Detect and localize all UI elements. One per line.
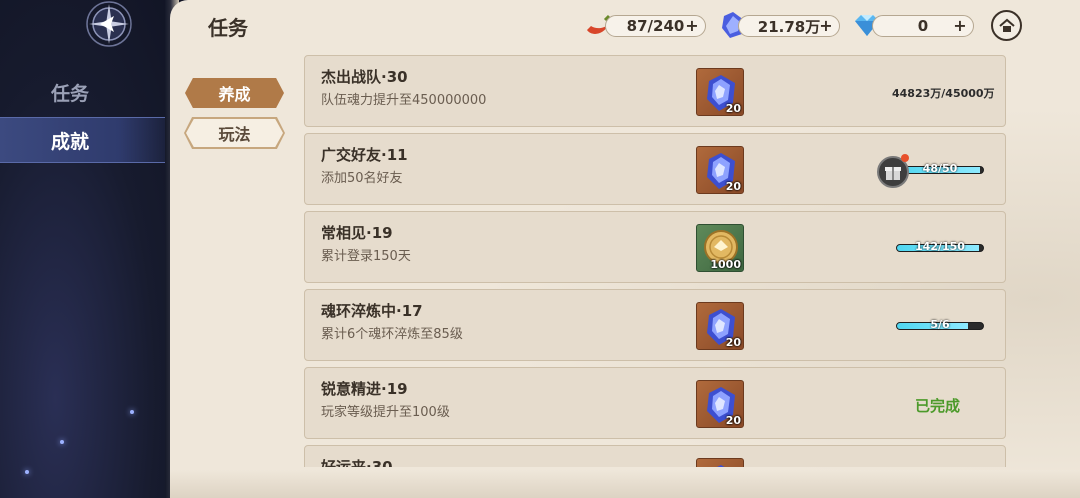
reward-item[interactable]: 20 [696, 302, 744, 350]
sparkle-decoration [25, 470, 29, 474]
notification-dot [901, 154, 909, 162]
crystal-value: 21.78万 [757, 17, 821, 36]
reward-item[interactable]: 20 [696, 68, 744, 116]
panel-bottom-edge [170, 470, 1080, 498]
progress-text: 44823万/45000万 [892, 87, 995, 100]
sparkle-decoration [130, 410, 134, 414]
home-icon [998, 18, 1015, 32]
task-name: 锐意精进·19 [321, 380, 408, 398]
home-button[interactable] [991, 10, 1022, 41]
task-row: 锐意精进·19 玩家等级提升至100级 20 已完成 [304, 367, 1006, 439]
reward-item[interactable]: 1000 [696, 224, 744, 272]
task-row: 魂环淬炼中·17 累计6个魂环淬炼至85级 20 5/6 [304, 289, 1006, 361]
task-row: 杰出战队·30 队伍魂力提升至450000000 20 44823万/45000… [304, 55, 1006, 127]
sidebar-tab-tasks[interactable]: 任务 [0, 69, 170, 115]
compass-emblem-icon [86, 1, 132, 47]
sidebar: 任务 成就 [0, 0, 185, 498]
add-diamond-button[interactable]: + [952, 18, 968, 34]
task-name: 好运来·30 [321, 458, 393, 467]
reward-quantity: 20 [725, 414, 741, 427]
task-name: 常相见·19 [321, 224, 393, 242]
stamina-value: 87/240 [626, 17, 685, 35]
task-row: 好运来·30 [304, 445, 1006, 467]
add-crystal-button[interactable]: + [818, 18, 834, 34]
category-cultivation-button[interactable]: 养成 [185, 78, 284, 108]
completed-status: 已完成 [915, 397, 961, 415]
task-name: 魂环淬炼中·17 [321, 302, 423, 320]
soul-crystal-icon [717, 465, 725, 467]
reward-quantity: 20 [725, 102, 741, 115]
task-desc: 玩家等级提升至100级 [321, 405, 450, 420]
task-name: 杰出战队·30 [321, 68, 408, 86]
reward-item[interactable] [696, 458, 744, 467]
stamina-counter: 87/240 + [605, 15, 706, 37]
page-title: 任务 [208, 16, 248, 40]
progress-label: 5/6 [930, 318, 950, 331]
diamond-counter: 0 + [872, 15, 974, 37]
reward-quantity: 20 [725, 336, 741, 349]
task-desc: 累计登录150天 [321, 249, 411, 264]
gift-icon [885, 167, 901, 180]
reward-quantity: 20 [725, 180, 741, 193]
task-list[interactable]: 杰出战队·30 队伍魂力提升至450000000 20 44823万/45000… [304, 55, 1006, 467]
progress-label: 142/150 [915, 240, 965, 253]
reward-item[interactable]: 20 [696, 380, 744, 428]
task-row: 常相见·19 累计登录150天 1000 142/150 [304, 211, 1006, 283]
task-desc: 添加50名好友 [321, 171, 403, 186]
diamond-value: 0 [917, 17, 929, 35]
sidebar-tab-achievements[interactable]: 成就 [0, 117, 170, 163]
sparkle-decoration [60, 440, 64, 444]
reward-quantity: 1000 [710, 258, 741, 271]
category-gameplay-button[interactable]: 玩法 [186, 119, 283, 147]
task-row: 广交好友·11 添加50名好友 20 48/50 [304, 133, 1006, 205]
task-desc: 队伍魂力提升至450000000 [321, 93, 487, 108]
task-name: 广交好友·11 [321, 146, 408, 164]
crystal-counter: 21.78万 + [738, 15, 840, 37]
reward-item[interactable]: 20 [696, 146, 744, 194]
task-desc: 累计6个魂环淬炼至85级 [321, 327, 463, 342]
add-stamina-button[interactable]: + [684, 18, 700, 34]
progress-label: 48/50 [922, 162, 958, 175]
